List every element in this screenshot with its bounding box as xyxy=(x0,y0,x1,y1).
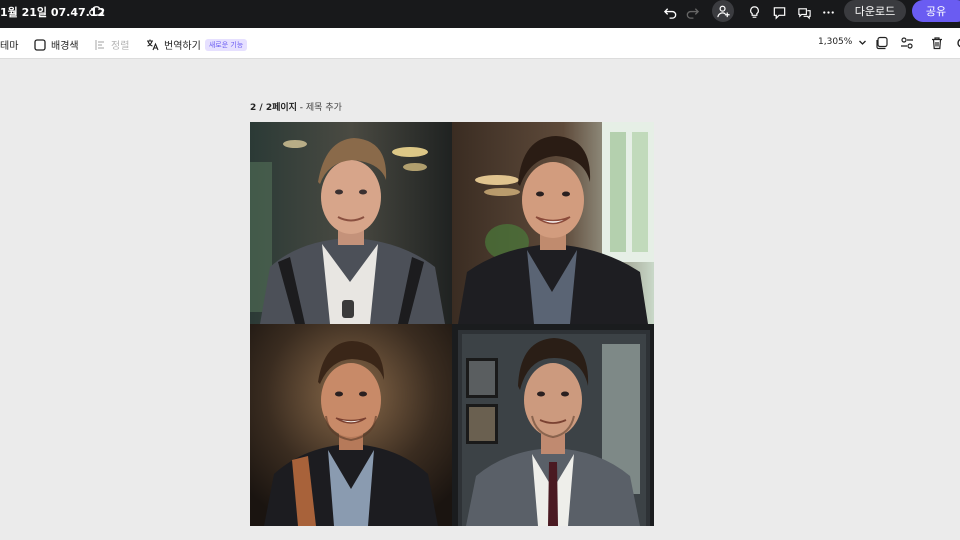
adjust-icon[interactable] xyxy=(899,35,915,51)
chat-icon[interactable] xyxy=(794,2,814,22)
align-icon xyxy=(95,39,104,50)
chevron-down-icon xyxy=(859,40,867,45)
align-button[interactable]: 정렬 xyxy=(94,37,129,52)
share-button[interactable]: 공유 xyxy=(912,0,960,22)
translate-button[interactable]: 번역하기 새로운 기능 xyxy=(146,37,248,52)
page-indicator: 2 / 2페이지 xyxy=(250,103,297,113)
add-title-field[interactable]: 제목 추가 xyxy=(306,103,342,113)
portrait-1[interactable] xyxy=(250,122,452,324)
translate-label: 번역하기 xyxy=(164,41,201,52)
undo-icon[interactable] xyxy=(660,2,680,22)
portrait-3[interactable] xyxy=(250,324,452,526)
background-color-icon xyxy=(34,38,46,51)
page-separator: - xyxy=(296,103,306,113)
zoom-dropdown[interactable]: 1,305% xyxy=(818,37,867,47)
background-color-label: 배경색 xyxy=(51,41,79,52)
share-label: 공유 xyxy=(925,5,947,18)
redo-icon[interactable] xyxy=(682,2,702,22)
translate-icon xyxy=(147,39,159,51)
theme-label: 테마 xyxy=(0,41,19,52)
align-label: 정렬 xyxy=(111,41,130,52)
portrait-4[interactable] xyxy=(452,324,654,526)
editor-toolbar: 테마 배경색 정렬 번역하기 새로운 기능 1,305% xyxy=(0,28,960,59)
lightbulb-icon[interactable] xyxy=(744,2,764,22)
photo-grid[interactable] xyxy=(250,122,654,526)
top-bar: 1월 21일 07.47.12 다운로드 공유 xyxy=(0,0,960,28)
comment-icon[interactable] xyxy=(769,2,789,22)
download-button[interactable]: 다운로드 xyxy=(844,0,906,22)
cloud-save-icon[interactable] xyxy=(88,3,104,17)
settings-icon[interactable] xyxy=(954,35,960,51)
add-person-icon[interactable] xyxy=(712,0,734,22)
portrait-2[interactable] xyxy=(452,122,654,324)
trash-icon[interactable] xyxy=(929,35,945,51)
more-icon[interactable] xyxy=(818,2,838,22)
zoom-value: 1,305% xyxy=(818,37,853,47)
theme-button[interactable]: 테마 xyxy=(0,37,18,52)
new-feature-badge: 새로운 기능 xyxy=(204,38,248,51)
page-title-row: 2 / 2페이지 - 제목 추가 xyxy=(250,100,342,113)
background-color-button[interactable]: 배경색 xyxy=(34,37,79,52)
notes-icon[interactable] xyxy=(874,35,890,51)
